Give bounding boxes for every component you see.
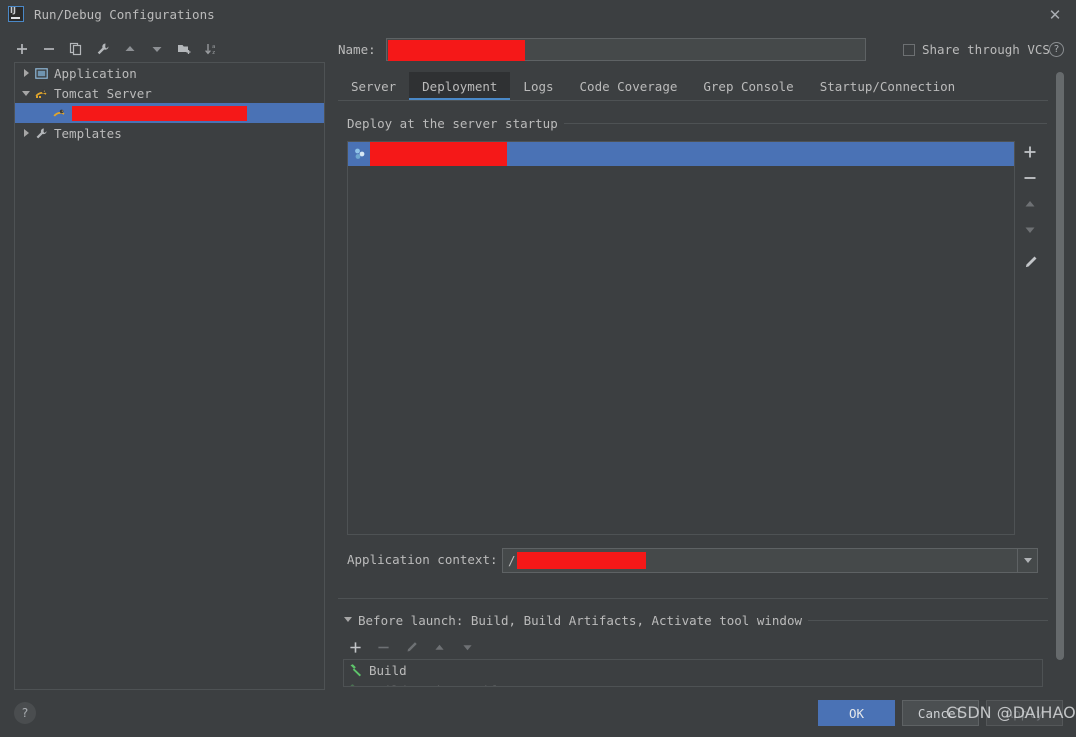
run-debug-configurations-dialog: Run/Debug Configurations ✕ <box>0 0 1076 737</box>
tabs-separator <box>338 100 1048 101</box>
deployment-list-row[interactable] <box>348 142 1014 166</box>
title-bar: Run/Debug Configurations ✕ <box>0 0 1076 28</box>
move-up-button[interactable] <box>118 38 142 60</box>
tab-startup-connection[interactable]: Startup/Connection <box>807 72 968 100</box>
edit-templates-wrench-button[interactable] <box>91 38 115 60</box>
redacted-name-value <box>388 40 525 61</box>
before-launch-collapse-icon[interactable] <box>344 617 352 622</box>
name-label: Name: <box>338 42 376 57</box>
tree-item-templates[interactable]: Templates <box>15 123 324 143</box>
cancel-button[interactable]: Cancel <box>902 700 979 726</box>
twisty-expanded-icon[interactable] <box>19 86 33 100</box>
tab-grep-console[interactable]: Grep Console <box>690 72 806 100</box>
tab-logs[interactable]: Logs <box>510 72 566 100</box>
build-artifact-icon <box>348 682 364 686</box>
tomcat-icon <box>51 105 67 121</box>
build-hammer-icon <box>348 662 364 678</box>
add-configuration-button[interactable] <box>10 38 34 60</box>
configurations-toolbar: a z <box>10 36 330 62</box>
tree-item-application[interactable]: Application <box>15 63 324 83</box>
chevron-down-icon <box>1023 558 1032 563</box>
application-context-input[interactable]: / <box>502 548 1038 573</box>
before-launch-label: Before launch: Build, Build Artifacts, A… <box>358 613 809 628</box>
ok-button[interactable]: OK <box>818 700 895 726</box>
twisty-collapsed-icon[interactable] <box>19 66 33 80</box>
application-context-label: Application context: <box>347 552 498 567</box>
configurations-tree[interactable]: Application Tomcat Server Templates <box>14 62 325 690</box>
window-title: Run/Debug Configurations <box>34 6 215 22</box>
move-down-button[interactable] <box>145 38 169 60</box>
right-panel-scrollbar[interactable] <box>1056 72 1064 660</box>
tab-code-coverage[interactable]: Code Coverage <box>567 72 691 100</box>
remove-task-button[interactable] <box>371 636 395 658</box>
copy-configuration-button[interactable] <box>64 38 88 60</box>
before-launch-task-list[interactable]: Build Build 'Web' artifact <box>343 659 1043 687</box>
tree-item-label: Application <box>54 65 137 81</box>
before-launch-divider <box>338 598 1048 599</box>
before-launch-task-build[interactable]: Build <box>344 660 1042 680</box>
move-task-down-button[interactable] <box>455 636 479 658</box>
redacted-application-context-value <box>516 552 646 569</box>
application-context-dropdown-button[interactable] <box>1017 549 1037 572</box>
sort-configurations-button[interactable]: a z <box>199 38 223 60</box>
deployment-artifacts-list[interactable] <box>347 141 1015 535</box>
application-icon <box>33 65 49 81</box>
svg-text:z: z <box>212 50 215 56</box>
deployment-list-toolbar <box>1016 143 1044 271</box>
twisty-collapsed-icon[interactable] <box>19 126 33 140</box>
tomcat-icon <box>33 85 49 101</box>
intellij-idea-logo-icon <box>8 6 24 22</box>
before-launch-task-label: Build 'Web' artifact <box>369 683 520 687</box>
remove-configuration-button[interactable] <box>37 38 61 60</box>
redacted-artifact-name <box>370 142 507 166</box>
tree-item-label: Tomcat Server <box>54 85 152 101</box>
add-artifact-button[interactable] <box>1018 143 1042 161</box>
move-artifact-up-button[interactable] <box>1018 195 1042 213</box>
before-launch-toolbar <box>343 636 479 658</box>
name-input[interactable] <box>386 38 866 61</box>
create-folder-button[interactable] <box>172 38 196 60</box>
configuration-tabs: Server Deployment Logs Code Coverage Gre… <box>338 72 968 101</box>
before-launch-task-label: Build <box>369 662 407 678</box>
edit-artifact-button[interactable] <box>1018 253 1042 271</box>
help-button[interactable]: ? <box>14 702 36 724</box>
before-launch-task-build-artifact[interactable]: Build 'Web' artifact <box>344 680 1042 687</box>
tab-deployment[interactable]: Deployment <box>409 72 511 101</box>
tree-item-label: Templates <box>54 125 122 141</box>
wrench-icon <box>33 125 49 141</box>
edit-task-button[interactable] <box>399 636 423 658</box>
redacted-configuration-name <box>72 105 247 121</box>
move-artifact-down-button[interactable] <box>1018 221 1042 239</box>
move-task-up-button[interactable] <box>427 636 451 658</box>
artifact-icon <box>352 146 368 162</box>
share-through-vcs-label: Share through VCS <box>922 42 1050 57</box>
apply-button[interactable]: Apply <box>986 700 1063 726</box>
add-task-button[interactable] <box>343 636 367 658</box>
share-through-vcs-checkbox[interactable] <box>903 44 915 56</box>
application-context-prefix: / <box>508 553 516 568</box>
share-vcs-help-icon[interactable]: ? <box>1049 42 1064 57</box>
deploy-section-label: Deploy at the server startup <box>347 116 564 131</box>
close-icon[interactable]: ✕ <box>1046 6 1064 24</box>
tree-item-selected-configuration[interactable] <box>15 103 324 123</box>
tab-server[interactable]: Server <box>338 72 409 100</box>
tree-item-tomcat-server[interactable]: Tomcat Server <box>15 83 324 103</box>
remove-artifact-button[interactable] <box>1018 169 1042 187</box>
